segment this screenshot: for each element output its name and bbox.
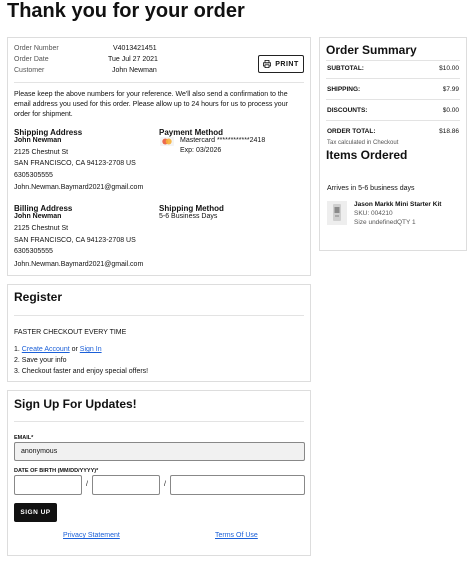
dob-year-input[interactable] [170, 475, 305, 495]
print-button[interactable]: PRINT [258, 55, 304, 73]
shipping-method-heading: Shipping Method [159, 204, 224, 213]
email-label: EMAIL* [14, 435, 34, 441]
create-account-link[interactable]: Create Account [22, 346, 70, 353]
shipping-row: SHIPPING: $7.99 [327, 86, 459, 93]
payment-method-heading: Payment Method [159, 128, 224, 137]
order-number-value: V4013421451 [113, 45, 157, 52]
order-details-card: Order Number V4013421451 Order Date Tue … [7, 37, 311, 276]
item-sku: SKU: 004210 [354, 210, 393, 217]
register-step-2: 2. Save your info [14, 357, 67, 364]
shipping-label: SHIPPING: [327, 86, 361, 93]
order-date-label: Order Date [14, 56, 49, 63]
register-card: Register FASTER CHECKOUT EVERY TIME 1. C… [7, 284, 311, 382]
signup-heading: Sign Up For Updates! [14, 397, 137, 411]
shipping-address-heading: Shipping Address [14, 128, 83, 137]
shipping-email: John.Newman.Baymard2021@gmail.com [14, 184, 144, 191]
dob-month-input[interactable] [14, 475, 82, 495]
email-field[interactable]: anonymous [14, 442, 305, 461]
discounts-label: DISCOUNTS: [327, 107, 368, 114]
payment-card: Mastercard ************2418 [180, 137, 266, 144]
billing-city: SAN FRANCISCO, CA 94123-2708 US [14, 237, 136, 244]
shipping-name: John Newman [14, 137, 62, 144]
mastercard-icon [160, 137, 174, 146]
step-1-number: 1. [14, 346, 22, 353]
shipping-phone: 6305305555 [14, 172, 53, 179]
order-notice: Please keep the above numbers for your r… [14, 91, 288, 118]
signup-button[interactable]: SIGN UP [14, 503, 57, 522]
items-ordered-heading: Items Ordered [326, 148, 408, 162]
order-date-value: Tue Jul 27 2021 [108, 56, 158, 63]
register-step-3: 3. Checkout faster and enjoy special off… [14, 368, 149, 375]
register-step-1: 1. Create Account or Sign In [14, 346, 102, 353]
subtotal-value: $10.00 [439, 65, 459, 72]
dob-slash-2: / [164, 481, 166, 488]
item-name: Jason Markk Mini Starter Kit [354, 201, 442, 208]
privacy-statement-link[interactable]: Privacy Statement [63, 532, 120, 539]
discounts-row: DISCOUNTS: $0.00 [327, 107, 459, 114]
email-field-value: anonymous [21, 448, 58, 455]
subtotal-label: SUBTOTAL: [327, 65, 364, 72]
billing-email: John.Newman.Baymard2021@gmail.com [14, 261, 144, 268]
arrival-estimate: Arrives in 5-6 business days [327, 185, 415, 192]
terms-of-use-link[interactable]: Terms Of Use [215, 532, 258, 539]
shipping-street: 2125 Chestnut St [14, 149, 69, 156]
order-total-row: ORDER TOTAL: $18.86 [327, 128, 459, 135]
item-meta: Size undefinedQTY 1 [354, 219, 416, 226]
signup-card: Sign Up For Updates! EMAIL* anonymous DA… [7, 390, 311, 556]
billing-street: 2125 Chestnut St [14, 225, 69, 232]
register-heading: Register [14, 290, 63, 304]
dob-day-input[interactable] [92, 475, 160, 495]
customer-label: Customer [14, 67, 45, 74]
or-text: or [69, 346, 80, 353]
order-number-label: Order Number [14, 45, 59, 52]
order-total-value: $18.86 [439, 128, 459, 135]
product-image [327, 201, 347, 225]
dob-slash-1: / [86, 481, 88, 488]
order-total-label: ORDER TOTAL: [327, 128, 376, 135]
register-tagline: FASTER CHECKOUT EVERY TIME [14, 329, 127, 336]
shipping-city: SAN FRANCISCO, CA 94123-2708 US [14, 160, 136, 167]
billing-address-heading: Billing Address [14, 204, 73, 213]
discounts-value: $0.00 [442, 107, 459, 114]
shipping-method-value: 5-6 Business Days [159, 213, 218, 220]
tax-note: Tax calculated in Checkout [327, 140, 399, 146]
sign-in-link[interactable]: Sign In [80, 346, 102, 353]
payment-exp: Exp: 03/2026 [180, 147, 222, 154]
printer-icon [263, 60, 272, 68]
billing-phone: 6305305555 [14, 248, 53, 255]
page-title: Thank you for your order [7, 0, 245, 22]
customer-value: John Newman [112, 67, 157, 74]
shipping-value: $7.99 [442, 86, 459, 93]
summary-heading: Order Summary [326, 43, 417, 57]
subtotal-row: SUBTOTAL: $10.00 [327, 65, 459, 72]
billing-name: John Newman [14, 213, 62, 220]
dob-label: DATE OF BIRTH (MM/DD/YYYY)* [14, 468, 99, 474]
order-summary-card: Order Summary SUBTOTAL: $10.00 SHIPPING:… [319, 37, 467, 251]
print-label: PRINT [275, 60, 299, 68]
